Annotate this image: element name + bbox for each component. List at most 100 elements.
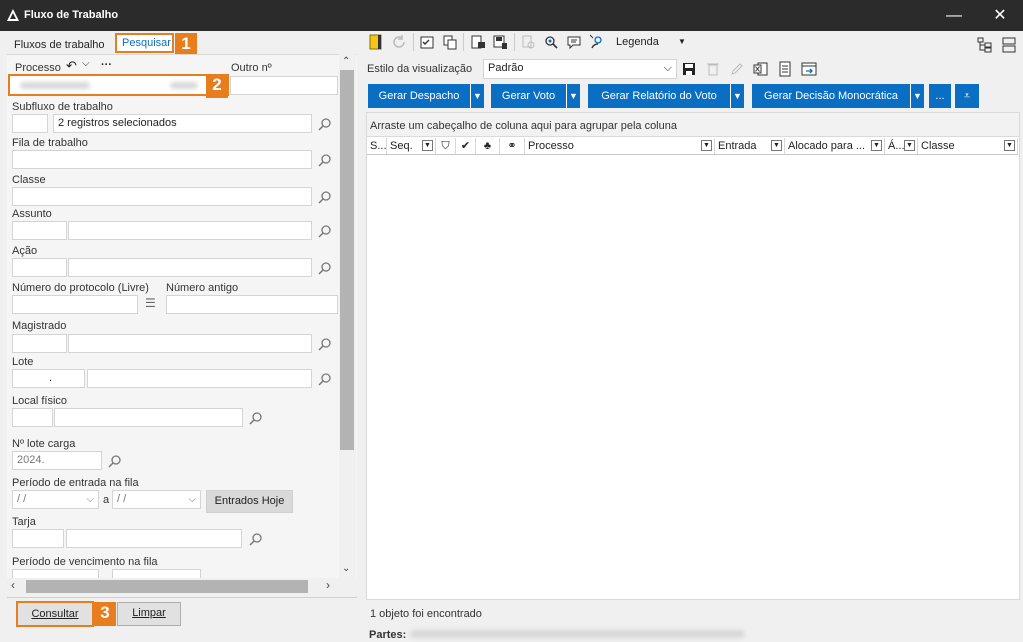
magistrado-input[interactable] bbox=[68, 334, 312, 353]
search-icon[interactable] bbox=[318, 224, 332, 238]
search-icon[interactable] bbox=[318, 372, 332, 386]
gerar-voto-dropdown[interactable]: ▼ bbox=[566, 84, 580, 108]
bookmark-column-icon[interactable]: ⛉ bbox=[436, 138, 456, 155]
refresh-icon[interactable] bbox=[391, 34, 407, 50]
filter-dropdown-icon[interactable]: ▼ bbox=[871, 140, 882, 151]
lock-document-icon[interactable] bbox=[470, 34, 486, 50]
group-by-area[interactable]: Arraste um cabeçalho de coluna aqui para… bbox=[367, 113, 1019, 137]
search-icon[interactable] bbox=[318, 337, 332, 351]
entrados-hoje-button[interactable]: Entrados Hoje bbox=[206, 490, 293, 513]
trash-icon[interactable] bbox=[705, 61, 721, 77]
user-search-icon[interactable] bbox=[589, 34, 605, 50]
estilo-select[interactable]: Padrão ⌵ bbox=[483, 59, 677, 79]
magistrado-code-input[interactable] bbox=[12, 334, 67, 353]
consultar-button[interactable]: Consultar bbox=[16, 601, 94, 627]
column-header-seq[interactable]: Seq. ▼ bbox=[387, 138, 436, 155]
filter-dropdown-icon[interactable]: ▼ bbox=[904, 140, 915, 151]
scroll-down-icon[interactable]: ⌄ bbox=[342, 563, 350, 574]
limpar-button[interactable]: Limpar bbox=[117, 602, 181, 626]
list-icon[interactable]: ☰ bbox=[145, 296, 156, 310]
classe-input[interactable] bbox=[12, 187, 312, 206]
num-antigo-input[interactable] bbox=[166, 295, 338, 314]
tab-pesquisar[interactable]: Pesquisar bbox=[115, 33, 174, 53]
num-protocolo-input[interactable] bbox=[12, 295, 138, 314]
chevron-down-icon[interactable]: ⌵ bbox=[664, 60, 672, 77]
column-header-classe[interactable]: Classe ▼ bbox=[918, 138, 1018, 155]
tree-view-icon[interactable] bbox=[977, 37, 993, 53]
filter-dropdown-icon[interactable]: ▼ bbox=[701, 140, 712, 151]
lote-desc-input[interactable] bbox=[87, 369, 312, 388]
link-column-icon[interactable]: ⚭ bbox=[500, 138, 525, 155]
caret-down-icon[interactable]: ▼ bbox=[678, 37, 686, 46]
scroll-left-icon[interactable]: ‹ bbox=[11, 578, 15, 592]
acao-input[interactable] bbox=[68, 258, 312, 277]
scroll-right-icon[interactable]: › bbox=[326, 578, 330, 592]
processo-input[interactable] bbox=[8, 74, 229, 96]
gerar-relatorio-voto-dropdown[interactable]: ▼ bbox=[730, 84, 744, 108]
chevron-down-icon[interactable]: ⌵ bbox=[188, 491, 196, 508]
local-fisico-input[interactable] bbox=[54, 408, 243, 427]
subfluxo-code-input[interactable] bbox=[12, 114, 48, 133]
fila-input[interactable] bbox=[12, 150, 312, 169]
column-header-s[interactable]: S... bbox=[367, 138, 387, 155]
comment-icon[interactable] bbox=[566, 34, 582, 50]
vertical-scroll-thumb[interactable] bbox=[340, 70, 354, 450]
check-column-icon[interactable]: ✔ bbox=[456, 138, 476, 155]
chevron-down-icon[interactable]: ⌵ bbox=[86, 491, 94, 508]
minimize-button[interactable]: — bbox=[931, 0, 977, 31]
gerar-despacho-dropdown[interactable]: ▼ bbox=[470, 84, 484, 108]
horizontal-scroll-thumb[interactable] bbox=[26, 580, 308, 593]
lote-carga-input[interactable]: 2024. bbox=[12, 451, 102, 470]
column-header-a[interactable]: Á... ▼ bbox=[885, 138, 918, 155]
gerar-despacho-button[interactable]: Gerar Despacho bbox=[368, 84, 470, 108]
assunto-code-input[interactable] bbox=[12, 221, 67, 240]
report-icon[interactable] bbox=[777, 61, 793, 77]
subfluxo-input[interactable]: 2 registros selecionados bbox=[53, 114, 312, 133]
tarja-code-input[interactable] bbox=[12, 529, 64, 548]
entrada-to-input[interactable]: / / ⌵ bbox=[112, 490, 201, 509]
more-options-icon[interactable]: ··· bbox=[101, 59, 112, 71]
search-icon[interactable] bbox=[249, 411, 263, 425]
acao-code-input[interactable] bbox=[12, 258, 67, 277]
overflow-menu-icon[interactable]: ⩡ bbox=[955, 84, 979, 108]
filter-dropdown-icon[interactable]: ▼ bbox=[422, 140, 433, 151]
export-icon[interactable] bbox=[801, 61, 817, 77]
close-button[interactable]: ✕ bbox=[977, 0, 1023, 31]
chevron-down-icon[interactable]: ⌵ bbox=[82, 58, 90, 69]
search-icon[interactable] bbox=[318, 153, 332, 167]
column-header-alocado[interactable]: Alocado para ... ▼ bbox=[785, 138, 885, 155]
search-icon[interactable] bbox=[318, 117, 332, 131]
search-icon[interactable] bbox=[318, 261, 332, 275]
excel-icon[interactable] bbox=[753, 61, 769, 77]
column-header-entrada[interactable]: Entrada ▼ bbox=[715, 138, 785, 155]
users-column-icon[interactable]: ♣ bbox=[476, 138, 500, 155]
gerar-relatorio-voto-button[interactable]: Gerar Relatório do Voto bbox=[588, 84, 730, 108]
save-icon[interactable] bbox=[681, 61, 697, 77]
gerar-decisao-monocratica-button[interactable]: Gerar Decisão Monocrática bbox=[752, 84, 910, 108]
folder-new-icon[interactable] bbox=[368, 34, 384, 50]
vencimento-to-input[interactable] bbox=[112, 569, 201, 578]
gerar-voto-button[interactable]: Gerar Voto bbox=[491, 84, 566, 108]
column-header-processo[interactable]: Processo ▼ bbox=[525, 138, 715, 155]
search-icon[interactable] bbox=[108, 454, 122, 468]
filter-dropdown-icon[interactable]: ▼ bbox=[1004, 140, 1015, 151]
assunto-input[interactable] bbox=[68, 221, 312, 240]
search-document-icon[interactable] bbox=[543, 34, 559, 50]
tarja-input[interactable] bbox=[66, 529, 242, 548]
gerar-decisao-monocratica-dropdown[interactable]: ▼ bbox=[910, 84, 924, 108]
checklist-icon[interactable] bbox=[419, 34, 435, 50]
more-actions-button[interactable]: ... bbox=[929, 84, 951, 108]
edit-icon[interactable] bbox=[729, 61, 745, 77]
lote-input[interactable]: . bbox=[12, 369, 85, 388]
document-disabled-icon[interactable] bbox=[520, 34, 536, 50]
layout-icon[interactable] bbox=[1001, 37, 1017, 53]
undo-icon[interactable]: ↶ bbox=[66, 58, 77, 74]
legenda-menu[interactable]: Legenda bbox=[616, 36, 659, 48]
outro-no-input[interactable] bbox=[230, 76, 338, 95]
save-document-icon[interactable] bbox=[492, 34, 508, 50]
entrada-from-input[interactable]: / / ⌵ bbox=[12, 490, 99, 509]
scroll-up-icon[interactable]: ⌃ bbox=[342, 56, 350, 67]
vencimento-from-input[interactable] bbox=[12, 569, 99, 578]
copy-icon[interactable] bbox=[442, 34, 458, 50]
search-icon[interactable] bbox=[318, 190, 332, 204]
